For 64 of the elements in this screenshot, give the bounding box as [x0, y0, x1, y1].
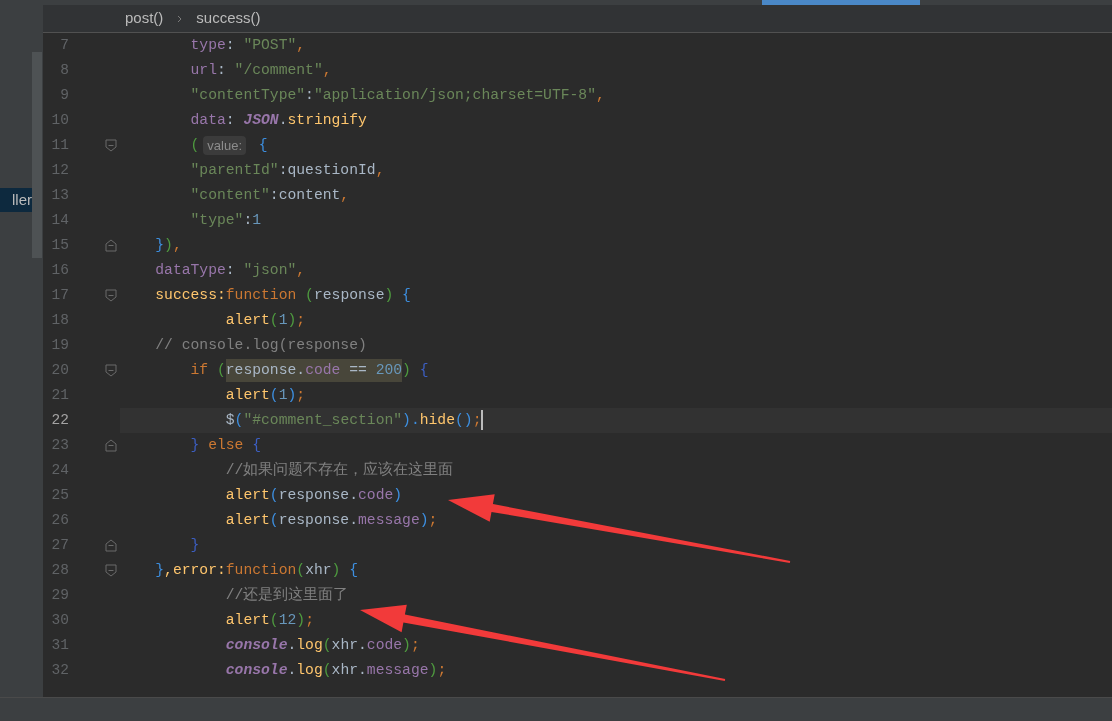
breadcrumb-item[interactable]: success() — [196, 7, 261, 30]
code-line: "type":1 — [189, 211, 262, 231]
fold-marker-icon[interactable] — [105, 289, 117, 302]
line-number: 32 — [50, 660, 69, 680]
code-line: "contentType":"application/json;charset=UTF-8", — [189, 86, 605, 106]
code-line: //如果问题不存在，应该在这里面 — [224, 460, 454, 481]
code-line: }), — [154, 236, 182, 256]
code-line: if (response.code == 200) { — [120, 359, 429, 382]
code-line: alert(1); — [224, 386, 306, 406]
line-number: 15 — [50, 235, 69, 255]
line-number: 9 — [59, 85, 69, 105]
text-caret — [481, 410, 484, 431]
line-number: 24 — [50, 460, 69, 480]
code-line: "content":content, — [189, 186, 350, 206]
line-number: 23 — [50, 435, 69, 455]
line-number: 17 — [50, 285, 69, 305]
code-line: success:function (response) { — [154, 286, 411, 306]
line-number: 16 — [50, 260, 69, 280]
line-number: 14 — [50, 210, 69, 230]
line-number: 31 — [50, 635, 69, 655]
code-line: alert(response.message); — [224, 511, 438, 531]
sidebar-item[interactable]: ller — [0, 188, 32, 212]
breadcrumb-item[interactable]: post() — [125, 7, 164, 30]
fold-marker-icon[interactable] — [105, 564, 117, 577]
line-number: 7 — [59, 35, 69, 55]
line-number: 12 — [50, 160, 69, 180]
code-line: } else { — [189, 436, 262, 456]
line-number: 10 — [50, 110, 69, 130]
line-number: 25 — [50, 485, 69, 505]
code-line: url: "/comment", — [189, 61, 332, 81]
code-line: } — [189, 536, 200, 556]
line-number: 11 — [50, 135, 69, 155]
line-number: 27 — [50, 535, 69, 555]
code-line: $("#comment_section").hide(); — [224, 409, 484, 432]
fold-marker-icon[interactable] — [105, 239, 117, 252]
line-number: 22 — [50, 410, 69, 430]
line-number: 18 — [50, 310, 69, 330]
chevron-icon — [177, 14, 183, 23]
code-line: console.log(xhr.message); — [224, 661, 447, 681]
code-line: alert(12); — [224, 611, 314, 631]
code-line: alert(response.code) — [224, 486, 403, 506]
code-line: "parentId":questionId, — [189, 161, 385, 181]
code-line: dataType: "json", — [154, 261, 306, 281]
fold-marker-icon[interactable] — [105, 364, 117, 377]
code-line: //还是到这里面了 — [224, 585, 349, 606]
fold-marker-icon[interactable] — [105, 439, 117, 452]
line-number: 20 — [50, 360, 69, 380]
code-line: type: "POST", — [189, 36, 306, 56]
code-line: // console.log(response) — [154, 336, 367, 356]
line-number: 13 — [50, 185, 69, 205]
code-line: },error:function(xhr) { — [154, 561, 359, 581]
line-number: 30 — [50, 610, 69, 630]
code-line: alert(1); — [224, 311, 306, 331]
line-number: 28 — [50, 560, 69, 580]
scrollbar-thumb[interactable] — [32, 52, 42, 258]
line-number: 29 — [50, 585, 69, 605]
line-number: 21 — [50, 385, 69, 405]
fold-marker-icon[interactable] — [105, 539, 117, 552]
line-number: 19 — [50, 335, 69, 355]
line-number: 26 — [50, 510, 69, 530]
code-line: data: JSON.stringify — [189, 111, 367, 131]
code-line: console.log(xhr.code); — [224, 636, 420, 656]
fold-marker-icon[interactable] — [105, 139, 117, 152]
line-number: 8 — [59, 60, 69, 80]
